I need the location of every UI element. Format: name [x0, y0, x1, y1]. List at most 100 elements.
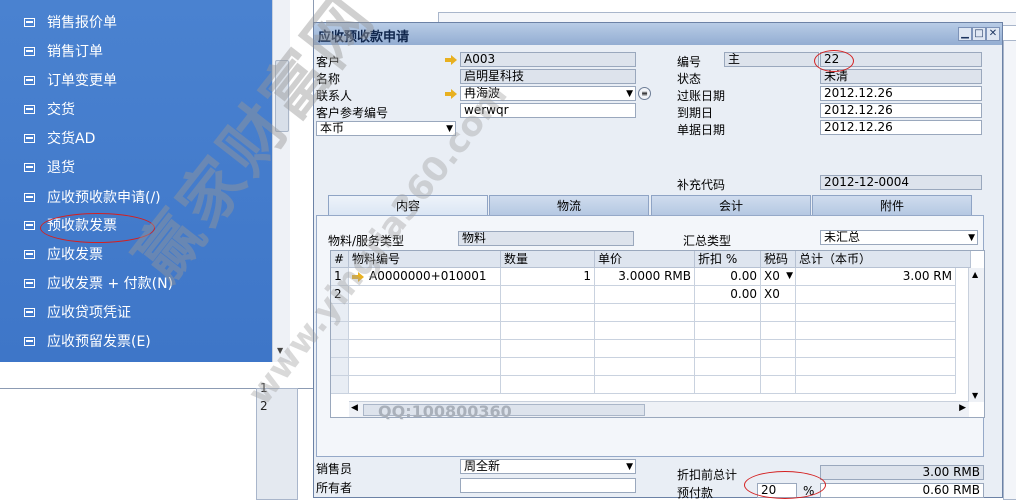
tax-code-cell[interactable]: X0 [761, 286, 796, 304]
item-service-type-field[interactable]: 物料 [458, 231, 634, 246]
grid-vertical-scrollbar[interactable]: ▲ ▼ [968, 268, 984, 402]
sales-employee-label: 销售员 [316, 462, 353, 476]
customer-field[interactable]: A003 [460, 52, 636, 67]
document-date-field[interactable]: 2012.12.26 [820, 120, 982, 135]
tax-code-value: X0 [764, 269, 780, 283]
item-number-value: A0000000+010001 [369, 269, 487, 283]
empty-cell[interactable] [501, 358, 595, 376]
tab-logistics[interactable]: 物流 [489, 195, 649, 215]
total-before-discount-field[interactable]: 3.00 RMB [820, 465, 984, 480]
column-header-unit-price[interactable]: 单价 [595, 251, 695, 268]
item-number-cell[interactable] [349, 286, 501, 304]
empty-cell[interactable] [796, 322, 956, 340]
column-header-quantity[interactable]: 数量 [501, 251, 595, 268]
tab-attachments[interactable]: 附件 [812, 195, 972, 215]
empty-cell[interactable] [695, 304, 761, 322]
empty-cell[interactable] [349, 322, 501, 340]
empty-cell[interactable] [761, 322, 796, 340]
down-payment-amount-field[interactable]: 0.60 RMB [820, 483, 984, 498]
document-icon [24, 163, 35, 172]
posting-date-label: 过账日期 [677, 89, 726, 103]
discount-cell[interactable]: 0.00 [695, 268, 761, 286]
empty-cell[interactable] [796, 340, 956, 358]
unit-price-cell[interactable] [595, 286, 695, 304]
total-lc-cell[interactable] [796, 286, 956, 304]
dropdown-arrow-icon[interactable]: ▼ [626, 88, 633, 100]
scroll-right-arrow-icon[interactable]: ▶ [959, 403, 966, 413]
empty-cell[interactable] [501, 304, 595, 322]
summary-type-select[interactable]: 未汇总 ▼ [820, 230, 978, 245]
scroll-up-arrow-icon[interactable]: ▲ [972, 270, 978, 279]
contact-list-icon[interactable]: ≡ [638, 87, 651, 100]
empty-cell[interactable] [595, 376, 695, 394]
unit-price-cell[interactable]: 3.0000 RMB [595, 268, 695, 286]
empty-cell[interactable] [501, 340, 595, 358]
highlight-ellipse [744, 471, 826, 499]
column-header-total-lc[interactable]: 总计（本币） [796, 251, 971, 268]
empty-cell[interactable] [595, 322, 695, 340]
empty-cell[interactable] [695, 322, 761, 340]
menu-item-sales-quotation[interactable]: 销售报价单 [0, 9, 272, 37]
line-items-grid[interactable]: # 物料编号 数量 单价 折扣 % 税码 总计（本币） 1 A0000000+0… [330, 250, 985, 418]
empty-cell[interactable] [349, 376, 501, 394]
currency-select[interactable]: 本币 ▼ [316, 121, 456, 136]
row-number[interactable] [331, 358, 349, 376]
quantity-cell[interactable] [501, 286, 595, 304]
empty-cell[interactable] [695, 340, 761, 358]
link-arrow-icon[interactable] [445, 89, 457, 99]
status-label: 状态 [677, 72, 702, 86]
menu-item-sales-order[interactable]: 销售订单 [0, 38, 272, 66]
down-payment-label: 预付款 [677, 486, 714, 500]
empty-cell[interactable] [761, 304, 796, 322]
total-lc-cell[interactable]: 3.00 RM [796, 268, 956, 286]
empty-cell[interactable] [761, 376, 796, 394]
due-date-field[interactable]: 2012.12.26 [820, 103, 982, 118]
empty-cell[interactable] [796, 376, 956, 394]
quantity-cell[interactable]: 1 [501, 268, 595, 286]
empty-cell[interactable] [595, 358, 695, 376]
link-arrow-icon[interactable] [445, 55, 457, 65]
down-payment-request-window: 应收预收款申请 ▁ □ ✕ 客户 A003 名称 启明星科技 联系人 冉海波 ▼… [313, 22, 1003, 500]
empty-cell[interactable] [761, 340, 796, 358]
empty-cell[interactable] [761, 358, 796, 376]
menu-item-ar-reserve-invoice[interactable]: 应收预留发票(E) [0, 328, 272, 356]
document-icon [24, 134, 35, 143]
tab-accounting[interactable]: 会计 [651, 195, 811, 215]
dropdown-arrow-icon[interactable]: ▼ [786, 268, 793, 285]
column-header-tax-code[interactable]: 税码 [761, 251, 796, 268]
window-titlebar[interactable]: 应收预收款申请 ▁ □ ✕ [314, 23, 1002, 45]
empty-cell[interactable] [796, 358, 956, 376]
scroll-down-arrow-icon[interactable]: ▼ [972, 391, 978, 400]
summary-type-value: 未汇总 [824, 230, 861, 244]
empty-cell[interactable] [349, 358, 501, 376]
empty-cell[interactable] [796, 304, 956, 322]
scroll-left-arrow-icon[interactable]: ◀ [351, 403, 358, 413]
minimize-button[interactable]: ▁ [958, 27, 972, 41]
status-field[interactable]: 未清 [820, 69, 982, 84]
empty-cell[interactable] [695, 376, 761, 394]
document-icon [24, 221, 35, 230]
close-button[interactable]: ✕ [986, 27, 1000, 41]
empty-cell[interactable] [349, 304, 501, 322]
discount-cell[interactable]: 0.00 [695, 286, 761, 304]
sales-employee-select[interactable]: 周全新 ▼ [460, 459, 636, 474]
empty-cell[interactable] [595, 304, 695, 322]
menu-item-ar-credit-memo[interactable]: 应收贷项凭证 [0, 299, 272, 327]
tax-code-cell[interactable]: X0 ▼ [761, 268, 796, 286]
menu-item-ar-invoice-payment[interactable]: 应收发票 + 付款(N) [0, 270, 272, 298]
empty-cell[interactable] [595, 340, 695, 358]
empty-cell[interactable] [501, 376, 595, 394]
row-number[interactable] [331, 340, 349, 358]
posting-date-field[interactable]: 2012.12.26 [820, 86, 982, 101]
empty-cell[interactable] [349, 340, 501, 358]
row-number[interactable] [331, 376, 349, 394]
empty-cell[interactable] [501, 322, 595, 340]
number-series-field[interactable]: 主 [724, 52, 819, 67]
supplementary-code-field[interactable]: 2012-12-0004 [820, 175, 982, 190]
maximize-button[interactable]: □ [972, 27, 986, 41]
dropdown-arrow-icon[interactable]: ▼ [626, 461, 633, 473]
owner-field[interactable] [460, 478, 636, 493]
empty-cell[interactable] [695, 358, 761, 376]
column-header-discount[interactable]: 折扣 % [695, 251, 761, 268]
dropdown-arrow-icon[interactable]: ▼ [968, 232, 975, 244]
